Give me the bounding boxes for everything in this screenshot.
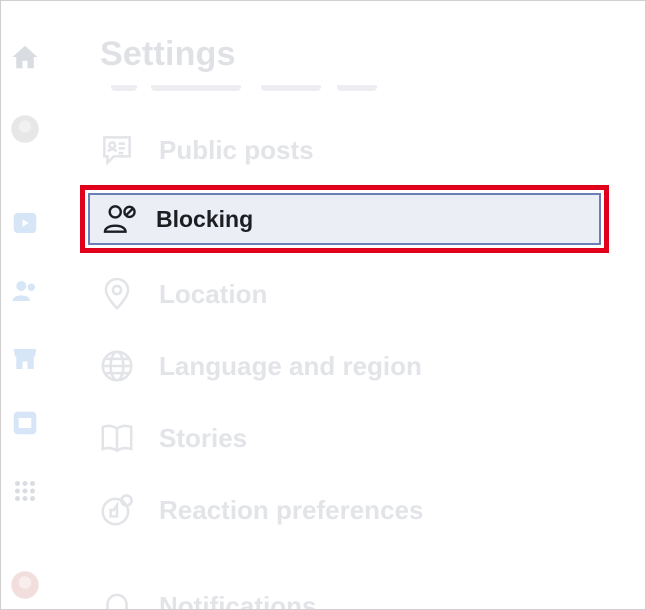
menu-item-label: Notifications	[159, 590, 317, 610]
gaming-icon[interactable]	[7, 405, 43, 441]
home-icon[interactable]	[7, 39, 43, 75]
menu-item-label: Location	[159, 278, 268, 309]
menu-item-reaction-preferences[interactable]: Reaction preferences	[97, 485, 597, 535]
selected-highlight: Blocking	[88, 193, 601, 245]
location-pin-icon	[97, 274, 137, 314]
bell-icon	[97, 586, 137, 609]
app-window: Settings Public posts Blocking Location …	[0, 0, 646, 610]
profile-avatar[interactable]	[7, 111, 43, 147]
menu-item-stories[interactable]: Stories	[97, 413, 597, 463]
menu-item-blocking[interactable]: Blocking	[80, 185, 609, 253]
menu-item-label: Reaction preferences	[159, 494, 424, 525]
marketplace-icon[interactable]	[7, 341, 43, 377]
menu-item-label: Public posts	[159, 134, 314, 165]
reaction-icon	[97, 490, 137, 530]
globe-icon	[97, 346, 137, 386]
page-title: Settings	[100, 35, 236, 73]
profile-avatar-small[interactable]	[7, 567, 43, 603]
menu-item-label: Stories	[159, 422, 248, 453]
watch-icon[interactable]	[7, 205, 43, 241]
menu-item-location[interactable]: Location	[97, 269, 597, 319]
menu-grid-icon[interactable]	[7, 473, 43, 509]
book-icon	[97, 418, 137, 458]
menu-item-public-posts[interactable]: Public posts	[97, 125, 597, 175]
public-posts-icon	[97, 130, 137, 170]
menu-item-label: Language and region	[159, 350, 422, 381]
left-navigation-rail	[1, 1, 57, 609]
friends-icon[interactable]	[7, 273, 43, 309]
menu-item-label: Blocking	[156, 205, 254, 232]
clipped-menu-item	[111, 85, 411, 95]
menu-item-language-and-region[interactable]: Language and region	[97, 341, 597, 391]
menu-item-notifications[interactable]: Notifications	[97, 581, 597, 610]
blocking-icon	[100, 199, 140, 239]
